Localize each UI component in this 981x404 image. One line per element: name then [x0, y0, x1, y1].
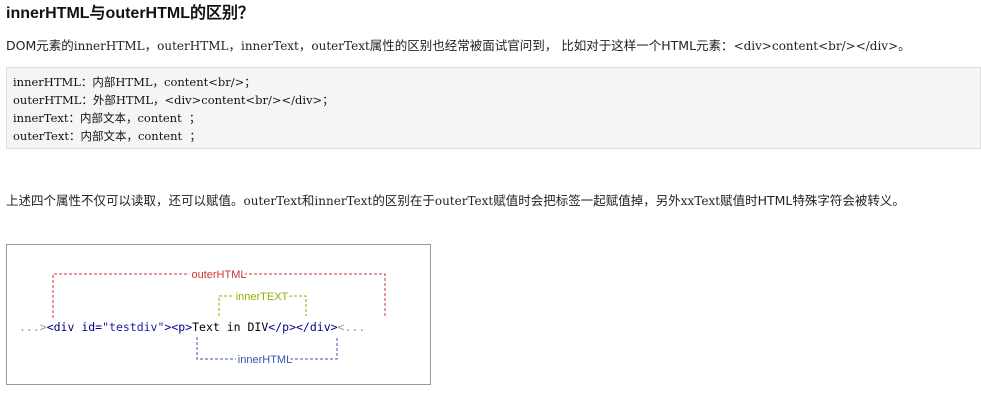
intro-sep: ， [228, 38, 241, 53]
code-lead: ...> [19, 320, 47, 334]
code-line-innerhtml: innerHTML：内部HTML，content<br/>； [13, 75, 256, 89]
term-innertext: innerText [314, 194, 373, 208]
intro-text: 属性的区别也经常被面试官问到， 比如对于这样一个HTML元素： [369, 38, 734, 53]
term-xxtext: xxText [680, 194, 721, 208]
term-outerhtml: outerHTML [157, 39, 229, 53]
outerhtml-label: outerHTML [191, 269, 246, 281]
diagram-figure: outerHTML innerTEXT innerHTML ...><div i… [6, 244, 431, 385]
intro-sep: ， [298, 38, 312, 53]
intro-text: DOM元素的 [6, 38, 74, 53]
assignment-paragraph: 上述四个属性不仅可以读取，还可以赋值。outerText和innerText的区… [6, 190, 976, 212]
code-line-outerhtml: outerHTML：外部HTML，<div>content<br/></div>… [13, 93, 334, 107]
intro-paragraph: DOM元素的innerHTML，outerHTML，innerText，oute… [6, 35, 976, 57]
page-title: innerHTML与outerHTML的区别？ [6, 5, 254, 22]
para2-text: 上述四个属性不仅可以读取，还可以赋值。 [6, 193, 244, 208]
term-innerhtml: innerHTML [73, 39, 145, 53]
example-element: <div>content<br/></div> [733, 39, 899, 53]
term-outertext: outerText [311, 39, 370, 53]
p-open-tag: <p> [171, 320, 192, 334]
term-outertext: outerText [243, 194, 302, 208]
code-line: ...><div id="testdiv"><p>Text in DIV</p>… [19, 320, 365, 334]
term-outertext: outerText [434, 194, 494, 208]
para2-text: 赋值时HTML特殊字符会被转义。 [720, 193, 905, 208]
code-trail: <... [338, 320, 366, 334]
para2-text: 赋值时会把标签一起赋值掉，另外 [493, 193, 681, 208]
p-close-tag: </p> [268, 320, 296, 334]
div-open-tag: <div id= [47, 320, 102, 334]
intro-end: 。 [898, 38, 911, 53]
intro-sep: ， [144, 38, 158, 53]
innertext-label: innerTEXT [236, 291, 289, 303]
term-innertext: innerText [240, 39, 299, 53]
code-line-outertext: outerText：内部文本，content ； [13, 129, 201, 143]
div-close-tag: </div> [296, 320, 338, 334]
para2-text: 和 [301, 193, 315, 208]
text-content: Text in DIV [192, 320, 268, 334]
code-block: innerHTML：内部HTML，content<br/>； outerHTML… [6, 67, 981, 149]
id-attribute-value: "testdiv" [102, 320, 164, 334]
para2-text: 的区别在于 [372, 193, 435, 208]
innerhtml-label: innerHTML [238, 354, 292, 366]
diagram-svg: outerHTML innerTEXT innerHTML ...><div i… [19, 267, 386, 369]
div-open-tag-end: > [164, 320, 171, 334]
code-line-innertext: innerText：内部文本，content ； [13, 111, 201, 125]
